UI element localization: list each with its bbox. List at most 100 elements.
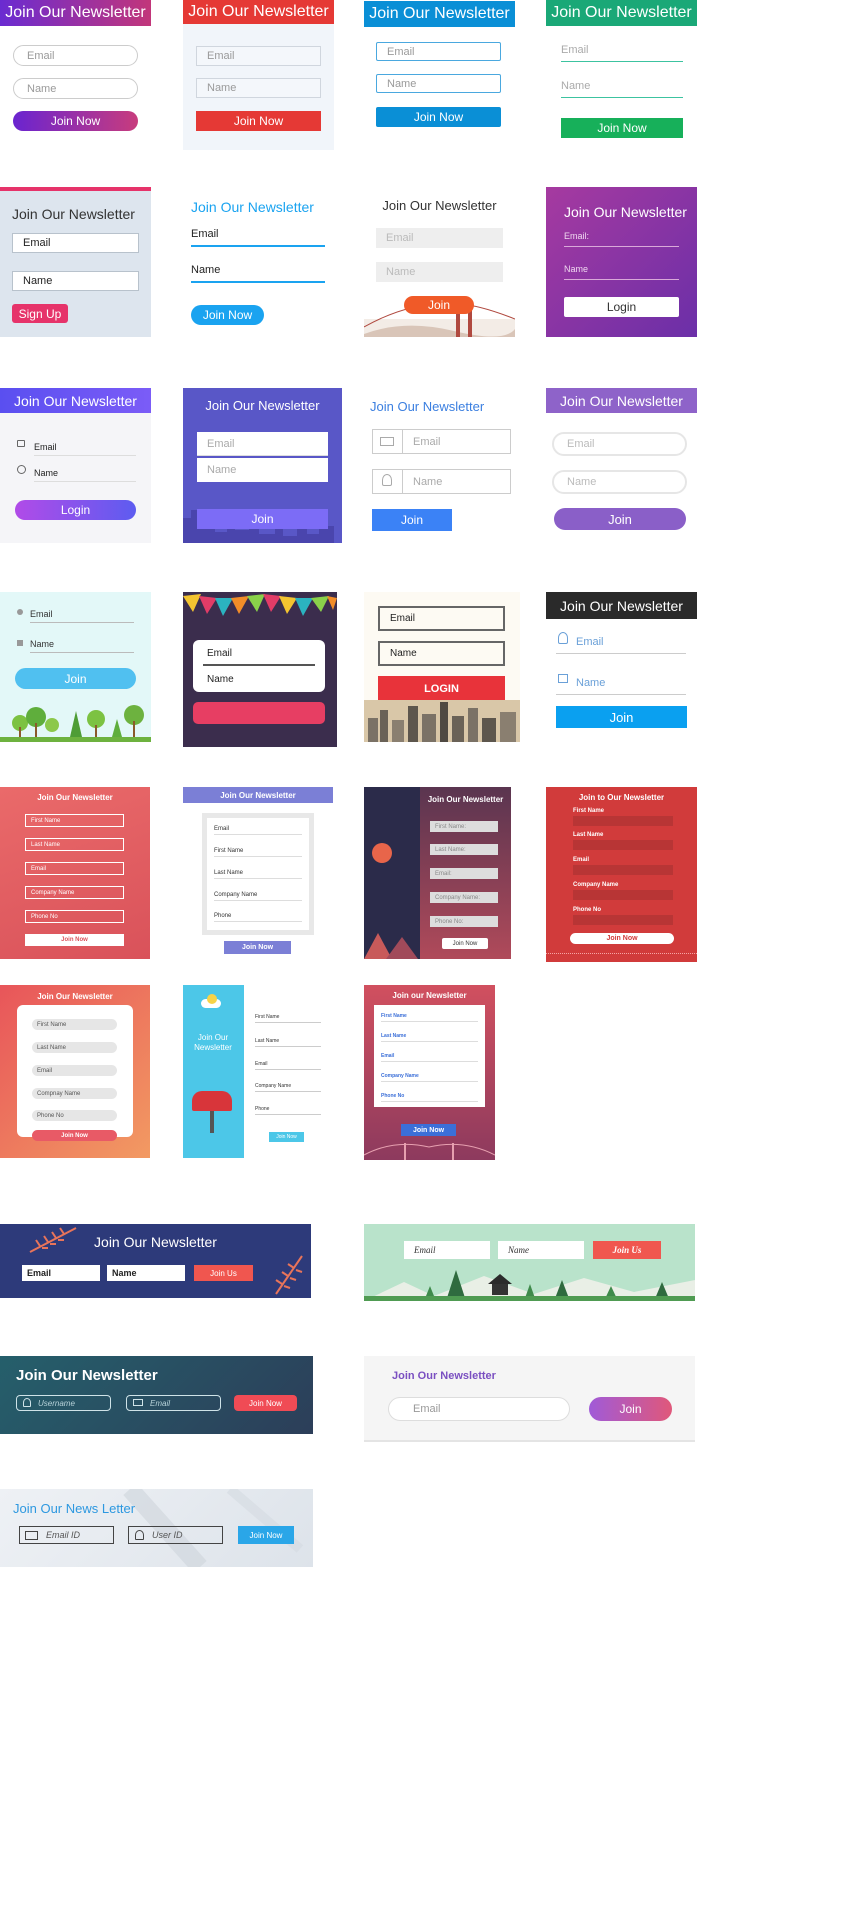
name-input[interactable]: Name (196, 78, 321, 98)
name-input[interactable]: Name (30, 634, 134, 653)
email-input[interactable]: Email (30, 604, 134, 623)
name-input[interactable]: Name (203, 670, 315, 688)
last-name-input[interactable] (573, 840, 673, 850)
join-button[interactable]: Join (556, 706, 687, 728)
last-name-input[interactable]: Last Name (32, 1042, 117, 1053)
name-input[interactable]: Name (402, 470, 510, 493)
join-button[interactable]: Join Us (194, 1265, 253, 1281)
name-input[interactable]: Name (376, 74, 501, 93)
last-name-input[interactable]: Last Name: (430, 844, 498, 855)
sign-up-button[interactable]: Sign Up (12, 304, 68, 323)
email-input[interactable]: Email (404, 1241, 490, 1259)
join-button[interactable]: Join Now (234, 1395, 297, 1411)
first-name-input[interactable]: First Name (255, 1011, 321, 1023)
phone-input[interactable]: Phone (255, 1103, 321, 1115)
name-input[interactable]: Name (197, 458, 328, 482)
join-button[interactable]: Join Now (376, 107, 501, 127)
company-name-input[interactable]: Company Name (214, 889, 302, 901)
email-input[interactable]: Email: (430, 868, 498, 879)
email-input[interactable]: Email (561, 42, 683, 62)
name-input[interactable]: Name (378, 641, 505, 666)
email-input[interactable]: Email (378, 606, 505, 631)
email-input[interactable]: Email (376, 228, 503, 248)
login-button[interactable]: LOGIN (378, 676, 505, 701)
company-name-input[interactable] (573, 890, 673, 900)
name-input[interactable]: Name (191, 263, 325, 283)
join-button[interactable]: Join (197, 509, 328, 529)
name-input[interactable]: Name (34, 464, 136, 482)
email-input[interactable]: Email: (564, 229, 679, 247)
join-button[interactable]: Join (404, 296, 474, 314)
join-button[interactable]: Join Now (224, 941, 291, 954)
email-input[interactable]: Email (552, 432, 687, 456)
email-input[interactable] (573, 865, 673, 875)
email-input[interactable]: Email (191, 227, 325, 247)
login-button[interactable]: Login (564, 297, 679, 317)
first-name-input[interactable]: First Name (32, 1019, 117, 1030)
last-name-input[interactable]: Last Name (255, 1035, 321, 1047)
join-button[interactable]: Join (554, 508, 686, 530)
email-input[interactable]: Email (32, 1065, 117, 1076)
phone-input[interactable]: Phone (214, 910, 302, 922)
name-input[interactable]: Name (13, 78, 138, 99)
first-name-input[interactable]: First Name (214, 845, 302, 857)
join-button[interactable]: Join Now (238, 1526, 294, 1544)
name-input[interactable]: Name (498, 1241, 584, 1259)
name-input[interactable]: Name (376, 262, 503, 282)
name-input[interactable]: Name (561, 78, 683, 98)
email-input[interactable]: Email (255, 1058, 321, 1070)
name-input[interactable]: Name (564, 262, 679, 280)
company-name-input[interactable]: Company Name (381, 1069, 478, 1082)
join-button[interactable]: Join (372, 509, 452, 531)
email-input[interactable]: Email (13, 45, 138, 66)
first-name-input[interactable]: First Name: (430, 821, 498, 832)
join-button[interactable]: Join Now (191, 305, 264, 325)
join-button[interactable]: Join Now (561, 118, 683, 138)
last-name-input[interactable]: Last Name (381, 1029, 478, 1042)
email-input[interactable]: Email (381, 1049, 478, 1062)
join-button[interactable]: Join Now (13, 111, 138, 131)
last-name-input[interactable]: Last Name (214, 867, 302, 879)
join-button[interactable]: Join Now (570, 933, 674, 944)
first-name-input[interactable] (573, 816, 673, 826)
email-input[interactable]: Email (196, 46, 321, 66)
join-button[interactable]: Join Now (269, 1132, 304, 1142)
name-input[interactable]: Name (107, 1265, 185, 1281)
user-id-input[interactable]: User ID (147, 1527, 222, 1543)
login-button[interactable]: Login (15, 500, 136, 520)
company-name-input[interactable]: Company Name (255, 1080, 321, 1092)
join-button[interactable]: Join Now (442, 938, 488, 949)
email-input[interactable]: Email (214, 823, 302, 835)
first-name-input[interactable]: First Name (25, 814, 124, 827)
email-input[interactable]: Email (402, 430, 510, 453)
name-input[interactable]: Name (556, 671, 686, 695)
join-button[interactable]: Join (15, 668, 136, 689)
join-button[interactable]: Join Now (25, 934, 124, 946)
email-id-input[interactable]: Email ID (41, 1527, 113, 1543)
company-name-input[interactable]: Compnay Name (32, 1088, 117, 1099)
email-input[interactable]: Email (556, 630, 686, 654)
username-input[interactable]: Username (33, 1396, 109, 1410)
company-name-input[interactable]: Company Name (25, 886, 124, 899)
name-input[interactable]: Name (12, 271, 139, 291)
join-button[interactable]: Join Now (196, 111, 321, 131)
email-input[interactable]: Email (197, 432, 328, 456)
phone-input[interactable]: Phone No (25, 910, 124, 923)
phone-input[interactable]: Phone No (381, 1089, 478, 1102)
name-input[interactable]: Name (552, 470, 687, 494)
submit-button[interactable] (193, 702, 325, 724)
last-name-input[interactable]: Last Name (25, 838, 124, 851)
company-name-input[interactable]: Company Name: (430, 892, 498, 903)
join-button[interactable]: Join Us (593, 1241, 661, 1259)
email-input[interactable]: Email (376, 42, 501, 61)
email-input[interactable]: Email (22, 1265, 100, 1281)
email-input[interactable]: Email (12, 233, 139, 253)
first-name-input[interactable]: First Name (381, 1009, 478, 1022)
phone-input[interactable]: Phone No (32, 1110, 117, 1121)
phone-input[interactable]: Phone No: (430, 916, 498, 927)
email-input[interactable]: Email (145, 1396, 219, 1410)
email-input[interactable]: Email (388, 1397, 570, 1421)
email-input[interactable]: Email (25, 862, 124, 875)
email-input[interactable]: Email (34, 438, 136, 456)
phone-input[interactable] (573, 915, 673, 925)
